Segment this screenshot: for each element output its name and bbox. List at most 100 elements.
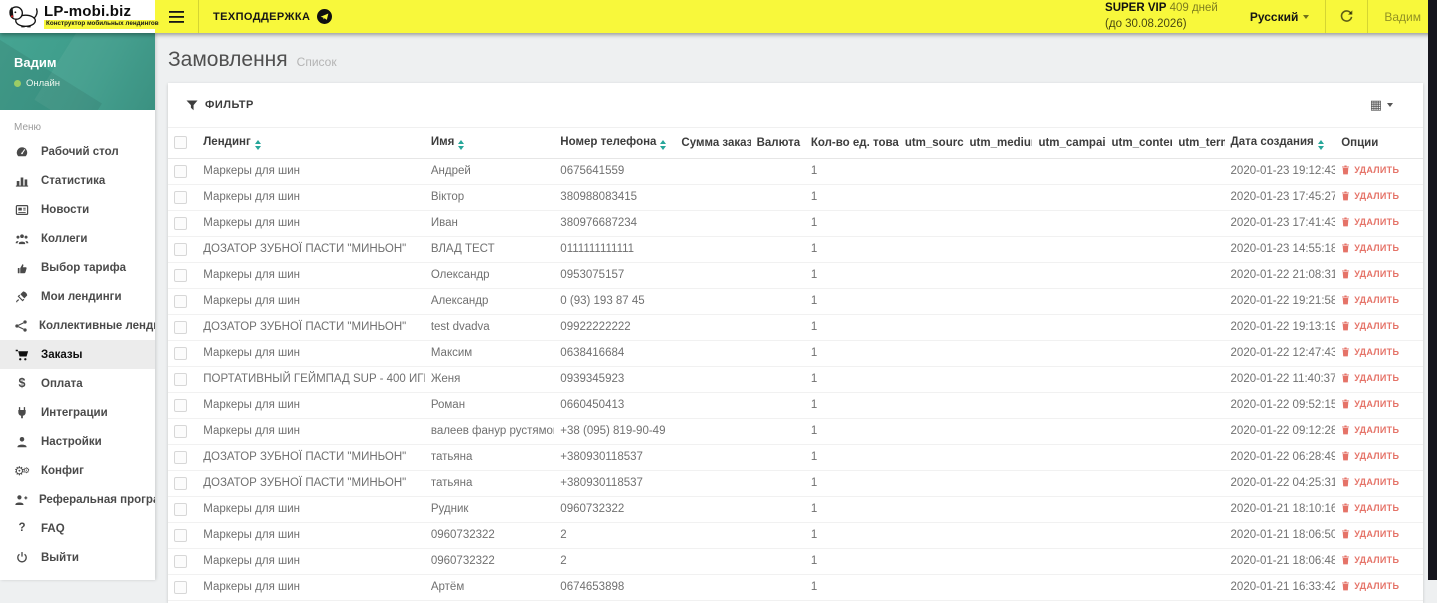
delete-button[interactable]: УДАЛИТЬ (1341, 321, 1399, 331)
language-selector[interactable]: Русский (1234, 0, 1326, 33)
cell-name: Женя (424, 366, 555, 393)
delete-button[interactable]: УДАЛИТЬ (1341, 269, 1399, 279)
sidebar-item-статистика[interactable]: Статистика (0, 166, 155, 195)
delete-button[interactable]: УДАЛИТЬ (1341, 425, 1399, 435)
refresh-button[interactable] (1326, 0, 1367, 33)
delete-button[interactable]: УДАЛИТЬ (1341, 295, 1399, 305)
scrollbar[interactable] (1428, 0, 1437, 580)
cell-created: 2020-01-22 04:25:31 (1224, 470, 1336, 497)
row-checkbox[interactable] (174, 190, 187, 204)
filter-label: ФИЛЬТР (205, 99, 254, 111)
delete-button[interactable]: УДАЛИТЬ (1341, 477, 1399, 487)
cell-landing: ДОЗАТОР ЗУБНОЇ ПАСТИ "МИНЬОН" (197, 444, 425, 471)
trash-icon (1341, 321, 1350, 331)
delete-button[interactable]: УДАЛИТЬ (1341, 555, 1399, 565)
table-row: Маркеры для шин Віктор 380988083415 1 2020-0… (168, 184, 1423, 211)
row-checkbox[interactable] (174, 320, 187, 334)
select-all-checkbox[interactable] (174, 136, 187, 150)
row-checkbox[interactable] (174, 554, 187, 568)
filter-button[interactable]: ФИЛЬТР (186, 99, 254, 111)
sidebar-item-заказы[interactable]: Заказы (0, 340, 155, 369)
row-checkbox[interactable] (174, 424, 187, 438)
delete-button[interactable]: УДАЛИТЬ (1341, 165, 1399, 175)
sidebar-item-коллективные-лендинги[interactable]: Коллективные лендинги (0, 311, 155, 340)
delete-button[interactable]: УДАЛИТЬ (1341, 451, 1399, 461)
profile-card: Вадим Онлайн (0, 33, 155, 110)
delete-button[interactable]: УДАЛИТЬ (1341, 347, 1399, 357)
profile-status: Онлайн (26, 78, 61, 89)
column-header[interactable]: Дата создания (1224, 127, 1336, 159)
support-button[interactable]: ТЕХПОДДЕРЖКА (199, 0, 346, 33)
sidebar-item-настройки[interactable]: Настройки (0, 427, 155, 456)
row-checkbox[interactable] (174, 346, 187, 360)
cell-utm_medium (963, 314, 1033, 341)
cell-qty: 1 (804, 418, 899, 445)
sidebar-item-реферальная-программа[interactable]: Реферальная программа (0, 485, 155, 514)
delete-button[interactable]: УДАЛИТЬ (1341, 529, 1399, 539)
row-checkbox[interactable] (174, 242, 187, 256)
delete-button[interactable]: УДАЛИТЬ (1341, 503, 1399, 513)
cell-utm_source (898, 314, 964, 341)
topbar-username[interactable]: Вадим (1368, 0, 1437, 33)
cell-select (168, 392, 198, 419)
cell-currency (750, 158, 805, 185)
sort-icon[interactable] (254, 140, 261, 150)
column-header-label: utm_content (1111, 136, 1173, 149)
column-header[interactable]: Лендинг (197, 127, 425, 159)
sort-icon[interactable] (458, 140, 465, 150)
sidebar-item-выйти[interactable]: Выйти (0, 543, 155, 572)
dollar-icon: $ (18, 376, 26, 391)
delete-button[interactable]: УДАЛИТЬ (1341, 191, 1399, 201)
sidebar-item-коллеги[interactable]: Коллеги (0, 224, 155, 253)
cell-utm_content (1105, 236, 1173, 263)
delete-button-label: УДАЛИТЬ (1354, 398, 1400, 409)
delete-button[interactable]: УДАЛИТЬ (1341, 581, 1399, 591)
cell-landing: ДОЗАТОР ЗУБНОЇ ПАСТИ "МИНЬОН" (197, 236, 425, 263)
sidebar-item-faq[interactable]: ? FAQ (0, 514, 155, 543)
delete-button[interactable]: УДАЛИТЬ (1341, 243, 1399, 253)
cell-landing: Маркеры для шин (197, 392, 425, 419)
column-header[interactable]: Номер телефона (554, 127, 676, 159)
delete-button[interactable]: УДАЛИТЬ (1341, 217, 1399, 227)
cell-utm_source (898, 548, 964, 575)
sidebar-item-выбор-тарифа[interactable]: Выбор тарифа (0, 253, 155, 282)
cell-sum (675, 574, 751, 601)
column-selector[interactable]: ▦ (1370, 97, 1393, 113)
sidebar-item-интеграции[interactable]: Интеграции (0, 398, 155, 427)
row-checkbox[interactable] (174, 372, 187, 386)
sidebar-item-рабочий-стол[interactable]: Рабочий стол (0, 137, 155, 166)
cell-utm_source (898, 288, 964, 315)
cell-phone: 0674653898 (554, 574, 676, 601)
hamburger-menu-button[interactable] (155, 0, 198, 33)
row-checkbox[interactable] (174, 528, 187, 542)
cell-landing: Маркеры для шин (197, 262, 425, 289)
sidebar-item-оплата[interactable]: $ Оплата (0, 369, 155, 398)
menu-section-label: Меню (14, 122, 42, 133)
sort-icon[interactable] (1317, 140, 1324, 150)
delete-button-label: УДАЛИТЬ (1354, 268, 1400, 279)
sidebar-item-конфиг[interactable]: ⚙ ⚙ Конфиг (0, 456, 155, 485)
cell-landing: ДОЗАТОР ЗУБНОЇ ПАСТИ "МИНЬОН" (197, 314, 425, 341)
row-checkbox[interactable] (174, 580, 187, 594)
row-checkbox[interactable] (174, 268, 187, 282)
share-icon (14, 319, 28, 333)
sort-icon[interactable] (660, 140, 667, 150)
cell-sum (675, 392, 751, 419)
delete-button[interactable]: УДАЛИТЬ (1341, 399, 1399, 409)
row-checkbox[interactable] (174, 502, 187, 516)
column-header[interactable]: Имя (424, 127, 555, 159)
cell-landing: Маркеры для шин (197, 496, 425, 523)
delete-button[interactable]: УДАЛИТЬ (1341, 373, 1399, 383)
logo[interactable]: LP-mobi.biz Конструктор мобильных лендин… (0, 0, 161, 33)
row-checkbox[interactable] (174, 164, 187, 178)
cell-options: УДАЛИТЬ (1335, 210, 1423, 237)
row-checkbox[interactable] (174, 450, 187, 464)
sidebar-item-мои-лендинги[interactable]: Мои лендинги (0, 282, 155, 311)
row-checkbox[interactable] (174, 476, 187, 490)
sidebar-item-новости[interactable]: Новости (0, 195, 155, 224)
cell-name: Роман (424, 392, 555, 419)
cell-utm_medium (963, 392, 1033, 419)
row-checkbox[interactable] (174, 398, 187, 412)
row-checkbox[interactable] (174, 294, 187, 308)
row-checkbox[interactable] (174, 216, 187, 230)
